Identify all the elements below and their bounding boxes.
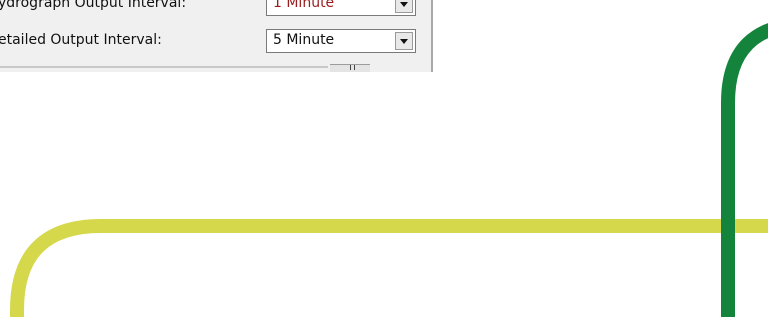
panel-border [431, 0, 433, 72]
detailed-output-interval-value: 5 Minute [273, 32, 335, 48]
resize-grip[interactable] [330, 64, 370, 72]
horizontal-scrollbar[interactable] [0, 66, 328, 68]
chevron-down-icon [400, 2, 408, 7]
detailed-output-interval-dropdown[interactable]: 5 Minute [266, 29, 416, 53]
hydrograph-output-interval-dropdown[interactable]: 1 Minute [266, 0, 416, 16]
output-settings-panel: ydrograph Output Interval: 1 Minute etai… [0, 0, 433, 72]
hydrograph-dropdown-button[interactable] [395, 0, 413, 13]
detailed-dropdown-button[interactable] [395, 32, 413, 50]
detailed-output-interval-label: etailed Output Interval: [0, 32, 162, 48]
hydrograph-output-interval-value: 1 Minute [273, 0, 335, 11]
grip-icon [350, 65, 355, 70]
yellow-green-curve [10, 219, 768, 317]
chevron-down-icon [400, 39, 408, 44]
hydrograph-output-interval-label: ydrograph Output Interval: [0, 0, 187, 11]
green-curve [721, 23, 768, 317]
